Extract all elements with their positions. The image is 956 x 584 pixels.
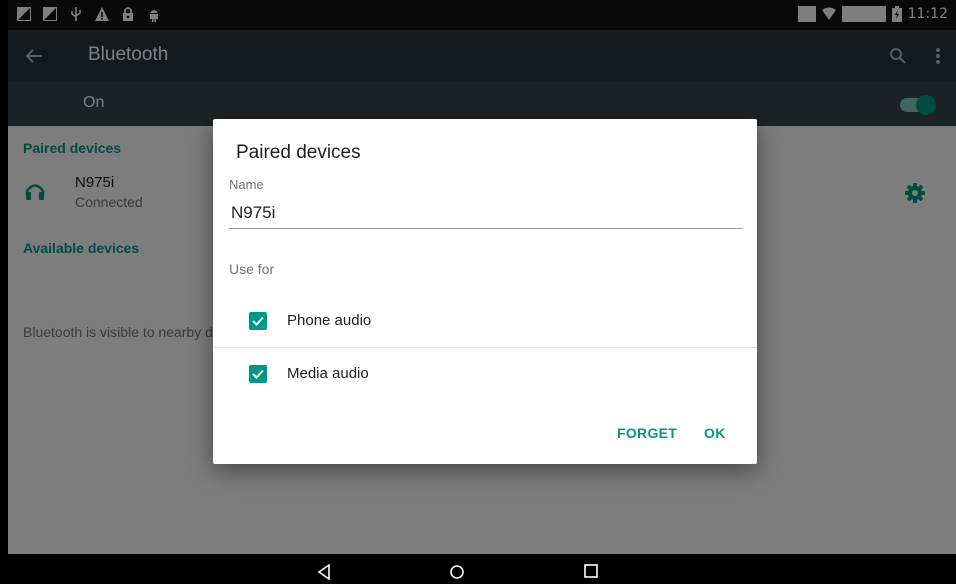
check-icon	[252, 316, 264, 326]
ok-button[interactable]: OK	[704, 425, 726, 441]
media-audio-label: Media audio	[287, 365, 369, 382]
nav-back-button[interactable]	[312, 564, 336, 584]
use-for-label: Use for	[229, 261, 275, 277]
check-icon	[252, 369, 264, 379]
name-label: Name	[229, 177, 264, 192]
nav-recents-button[interactable]	[579, 564, 603, 584]
back-icon	[317, 564, 330, 580]
phone-audio-label: Phone audio	[287, 312, 372, 329]
screen: 11:12 Bluetooth On Paired devices N975i …	[8, 0, 956, 584]
navigation-bar	[8, 554, 956, 584]
home-icon	[450, 565, 464, 579]
recents-icon	[584, 564, 598, 578]
media-audio-checkbox[interactable]	[249, 365, 267, 383]
phone-audio-option[interactable]: Phone audio	[213, 295, 757, 348]
nav-home-button[interactable]	[445, 564, 469, 584]
paired-device-dialog: Paired devices Name Use for Phone audio …	[213, 119, 757, 464]
phone-audio-checkbox[interactable]	[249, 312, 267, 330]
media-audio-option[interactable]: Media audio	[213, 348, 757, 400]
device-name-input[interactable]	[229, 198, 743, 229]
forget-button[interactable]: FORGET	[617, 425, 677, 441]
dialog-title: Paired devices	[236, 142, 361, 163]
